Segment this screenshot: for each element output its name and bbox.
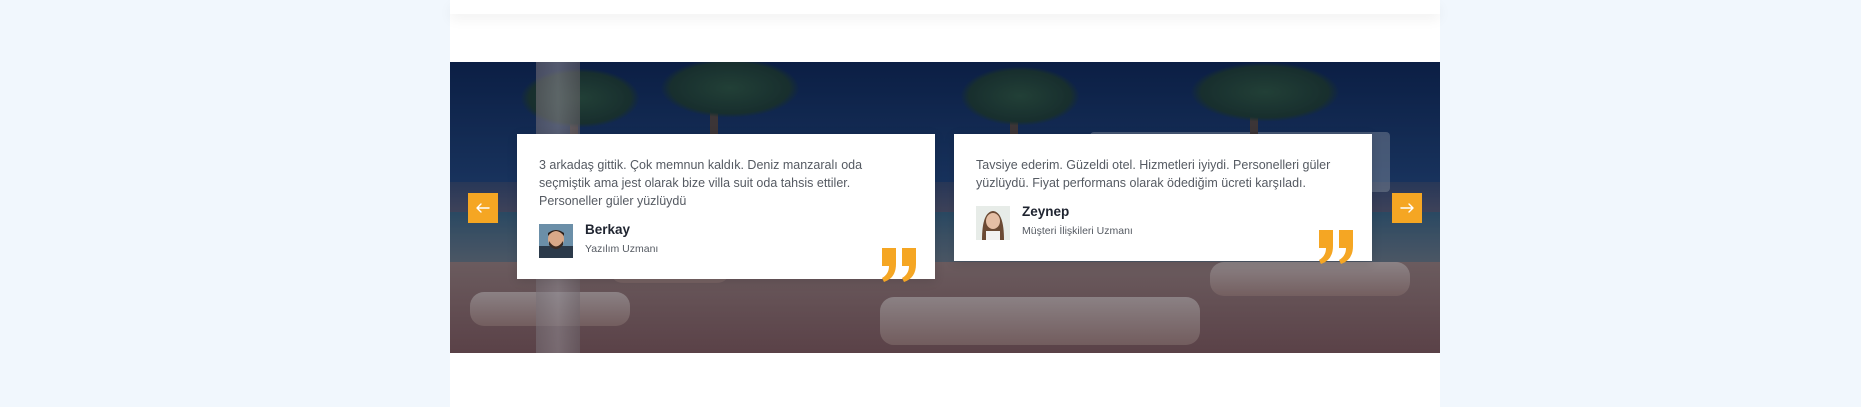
reviewer-name: Zeynep: [1022, 204, 1070, 219]
quote-icon: [1317, 230, 1357, 264]
reviewer-role: Müşteri İlişkileri Uzmanı: [1022, 225, 1133, 237]
reviewer-role: Yazılım Uzmanı: [585, 243, 659, 255]
arrow-right-icon: [1400, 203, 1414, 213]
reviewer-name: Berkay: [585, 222, 631, 237]
slider-prev-button[interactable]: [468, 193, 498, 223]
testimonial-card: Tavsiye ederim. Güzeldi otel. Hizmetleri…: [954, 134, 1372, 264]
testimonial-text: Tavsiye ederim. Güzeldi otel. Hizmetleri…: [976, 158, 1331, 190]
slider-next-button[interactable]: [1392, 193, 1422, 223]
male-avatar-icon: [539, 224, 573, 258]
testimonial-text: 3 arkadaş gittik. Çok memnun kaldık. Den…: [539, 158, 863, 208]
testimonial-card: 3 arkadaş gittik. Çok memnun kaldık. Den…: [517, 134, 935, 282]
header-shadow: [450, 0, 1440, 14]
quote-icon: [880, 248, 920, 282]
arrow-left-icon: [476, 203, 490, 213]
female-avatar-icon: [976, 206, 1010, 240]
